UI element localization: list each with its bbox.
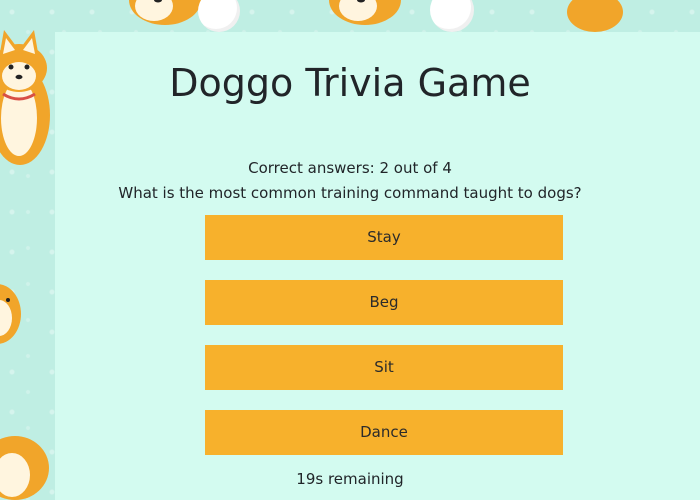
question-text: What is the most common training command… [118,184,582,202]
shiba-dog-icon [0,284,21,344]
timer-text: 19s remaining [296,470,404,488]
game-title: Doggo Trivia Game [169,61,531,105]
shiba-dog-icon [567,0,623,32]
answer-button-dance[interactable]: Dance [205,410,563,455]
tail-puff-icon [430,0,474,32]
answer-list: Stay Beg Sit Dance [205,215,563,475]
answer-button-stay[interactable]: Stay [205,215,563,260]
answer-button-beg[interactable]: Beg [205,280,563,325]
answer-button-sit[interactable]: Sit [205,345,563,390]
score-text: Correct answers: 2 out of 4 [248,159,452,177]
